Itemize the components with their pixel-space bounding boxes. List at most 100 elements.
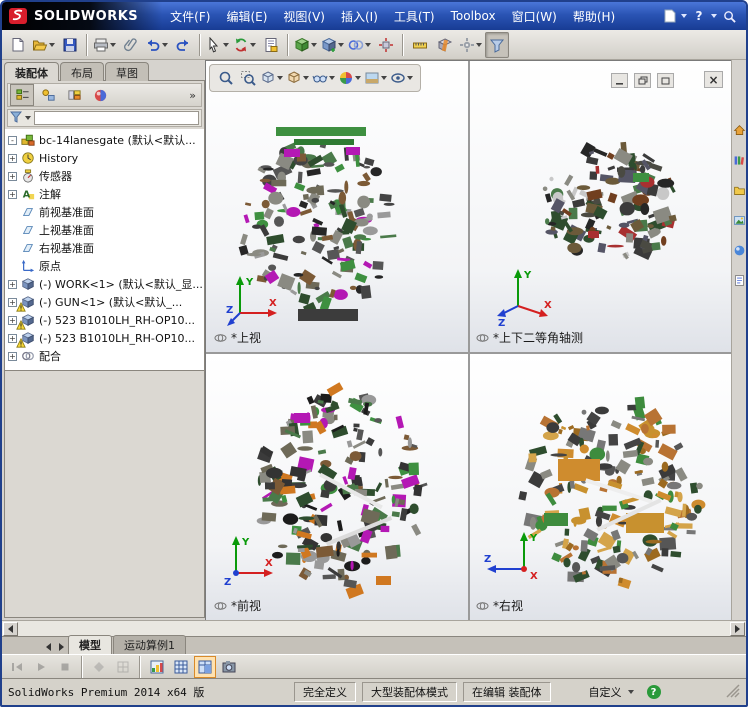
panel-overflow-chevron[interactable]: » [186, 89, 199, 102]
undo-icon[interactable] [144, 32, 170, 58]
menu-item-7[interactable]: 帮助(H) [565, 4, 623, 29]
options-gear-icon[interactable] [458, 32, 484, 58]
new-document-icon[interactable] [6, 32, 30, 58]
menu-item-2[interactable]: 视图(V) [275, 4, 333, 29]
save-icon[interactable] [58, 32, 82, 58]
view-settings-icon[interactable] [390, 67, 414, 89]
dropdown-arrow[interactable] [303, 76, 309, 80]
restore-button[interactable] [634, 73, 651, 88]
search-icon[interactable] [720, 7, 738, 25]
attach-icon[interactable] [119, 32, 143, 58]
tab-scroll-right-icon[interactable] [55, 640, 67, 653]
dropdown-arrow[interactable] [277, 76, 283, 80]
menu-item-1[interactable]: 编辑(E) [218, 4, 275, 29]
dropdown-arrow[interactable] [162, 43, 168, 47]
tree-item-0[interactable]: -bc-14lanesgate (默认<默认... [5, 131, 204, 149]
feature-manager-tab-icon[interactable] [10, 84, 34, 106]
quick-tips-icon[interactable]: ? [647, 685, 661, 699]
horizontal-splitter[interactable] [206, 352, 732, 354]
expand-toggle[interactable]: - [8, 136, 17, 145]
interference-table-icon[interactable] [170, 656, 192, 678]
tree-item-8[interactable]: +(-) WORK<1> (默认<默认_显... [5, 275, 204, 293]
apply-scene-icon[interactable] [364, 67, 388, 89]
dropdown-arrow[interactable] [311, 43, 317, 47]
rebuild-icon[interactable] [232, 32, 258, 58]
resize-grip[interactable] [726, 684, 740, 701]
dropdown-arrow[interactable] [110, 43, 116, 47]
tree-item-12[interactable]: +配合 [5, 347, 204, 365]
menu-item-0[interactable]: 文件(F) [162, 4, 218, 29]
minimize-button[interactable] [611, 73, 628, 88]
edit-appearance-icon[interactable] [338, 67, 362, 89]
open-icon[interactable] [31, 32, 57, 58]
tree-item-3[interactable]: +A注解 [5, 185, 204, 203]
tree-item-2[interactable]: +传感器 [5, 167, 204, 185]
file-explorer-icon[interactable] [733, 184, 746, 197]
selection-filter-icon[interactable] [485, 32, 509, 58]
display-pane-toggle-icon[interactable] [194, 656, 216, 678]
status-custom-dropdown[interactable]: 自定义 [583, 683, 641, 701]
filter-funnel-icon[interactable] [10, 111, 22, 126]
design-library-icon[interactable] [733, 154, 746, 167]
horizontal-scrollbar[interactable] [2, 620, 746, 636]
dropdown-arrow[interactable] [25, 116, 31, 120]
view-orientation-icon[interactable] [260, 67, 284, 89]
menu-item-6[interactable]: 窗口(W) [504, 4, 565, 29]
expand-toggle[interactable]: + [8, 154, 17, 163]
file-properties-icon[interactable] [259, 32, 283, 58]
screenshot-icon[interactable] [218, 656, 240, 678]
print-icon[interactable] [92, 32, 118, 58]
expand-toggle[interactable]: + [8, 280, 17, 289]
dropdown-arrow[interactable] [407, 76, 413, 80]
select-icon[interactable] [205, 32, 231, 58]
dropdown-arrow[interactable] [681, 14, 687, 18]
tree-item-9[interactable]: +(-) GUN<1> (默认<默认_... [5, 293, 204, 311]
property-manager-tab-icon[interactable] [36, 84, 60, 106]
dropdown-arrow[interactable] [628, 690, 634, 694]
hide-show-items-icon[interactable] [312, 67, 336, 89]
new-document-icon[interactable] [660, 7, 678, 25]
dropdown-arrow[interactable] [381, 76, 387, 80]
dropdown-arrow[interactable] [365, 43, 371, 47]
expand-toggle[interactable]: + [8, 190, 17, 199]
doc-tab-1[interactable]: 运动算例1 [113, 635, 186, 654]
tree-item-10[interactable]: +(-) 523 B1010LH_RH-OP10... [5, 311, 204, 329]
panel-tab-1[interactable]: 布局 [60, 62, 104, 81]
display-style-icon[interactable] [286, 67, 310, 89]
viewport-canvas[interactable]: Y X Z Y X Z Y X Z Y Z X [206, 61, 732, 621]
tab-scroll-left-icon[interactable] [42, 640, 54, 653]
expand-toggle[interactable]: + [8, 352, 17, 361]
move-component-icon[interactable] [374, 32, 398, 58]
tree-filter-input[interactable] [34, 111, 199, 125]
panel-tab-0[interactable]: 装配体 [4, 62, 59, 81]
dropdown-arrow[interactable] [355, 76, 361, 80]
section-view-icon[interactable] [433, 32, 457, 58]
tree-item-5[interactable]: 上视基准面 [5, 221, 204, 239]
home-icon[interactable] [733, 124, 746, 137]
panel-tab-2[interactable]: 草图 [105, 62, 149, 81]
scroll-right-button[interactable] [730, 622, 745, 636]
assembly-visualization-icon[interactable] [146, 656, 168, 678]
tree-item-11[interactable]: +(-) 523 B1010LH_RH-OP10... [5, 329, 204, 347]
tree-item-4[interactable]: 前视基准面 [5, 203, 204, 221]
configuration-manager-tab-icon[interactable] [62, 84, 86, 106]
dropdown-arrow[interactable] [329, 76, 335, 80]
vertical-splitter[interactable] [468, 61, 470, 621]
view-palette-icon[interactable] [733, 214, 746, 227]
measure-icon[interactable] [408, 32, 432, 58]
graphics-area[interactable]: Y X Z Y X Z Y X Z Y Z X [205, 60, 733, 622]
dropdown-arrow[interactable] [250, 43, 256, 47]
custom-properties-icon[interactable] [733, 274, 746, 287]
zoom-fit-icon[interactable] [216, 67, 236, 89]
expand-toggle[interactable]: + [8, 172, 17, 181]
dropdown-arrow[interactable] [223, 43, 229, 47]
display-manager-tab-icon[interactable] [88, 84, 112, 106]
dropdown-arrow[interactable] [49, 43, 55, 47]
edit-component-icon[interactable] [293, 32, 319, 58]
tree-item-1[interactable]: +History [5, 149, 204, 167]
menu-item-4[interactable]: 工具(T) [386, 4, 443, 29]
dropdown-arrow[interactable] [338, 43, 344, 47]
zoom-area-icon[interactable] [238, 67, 258, 89]
help-icon[interactable]: ? [690, 7, 708, 25]
close-icon[interactable]: × [704, 71, 723, 88]
